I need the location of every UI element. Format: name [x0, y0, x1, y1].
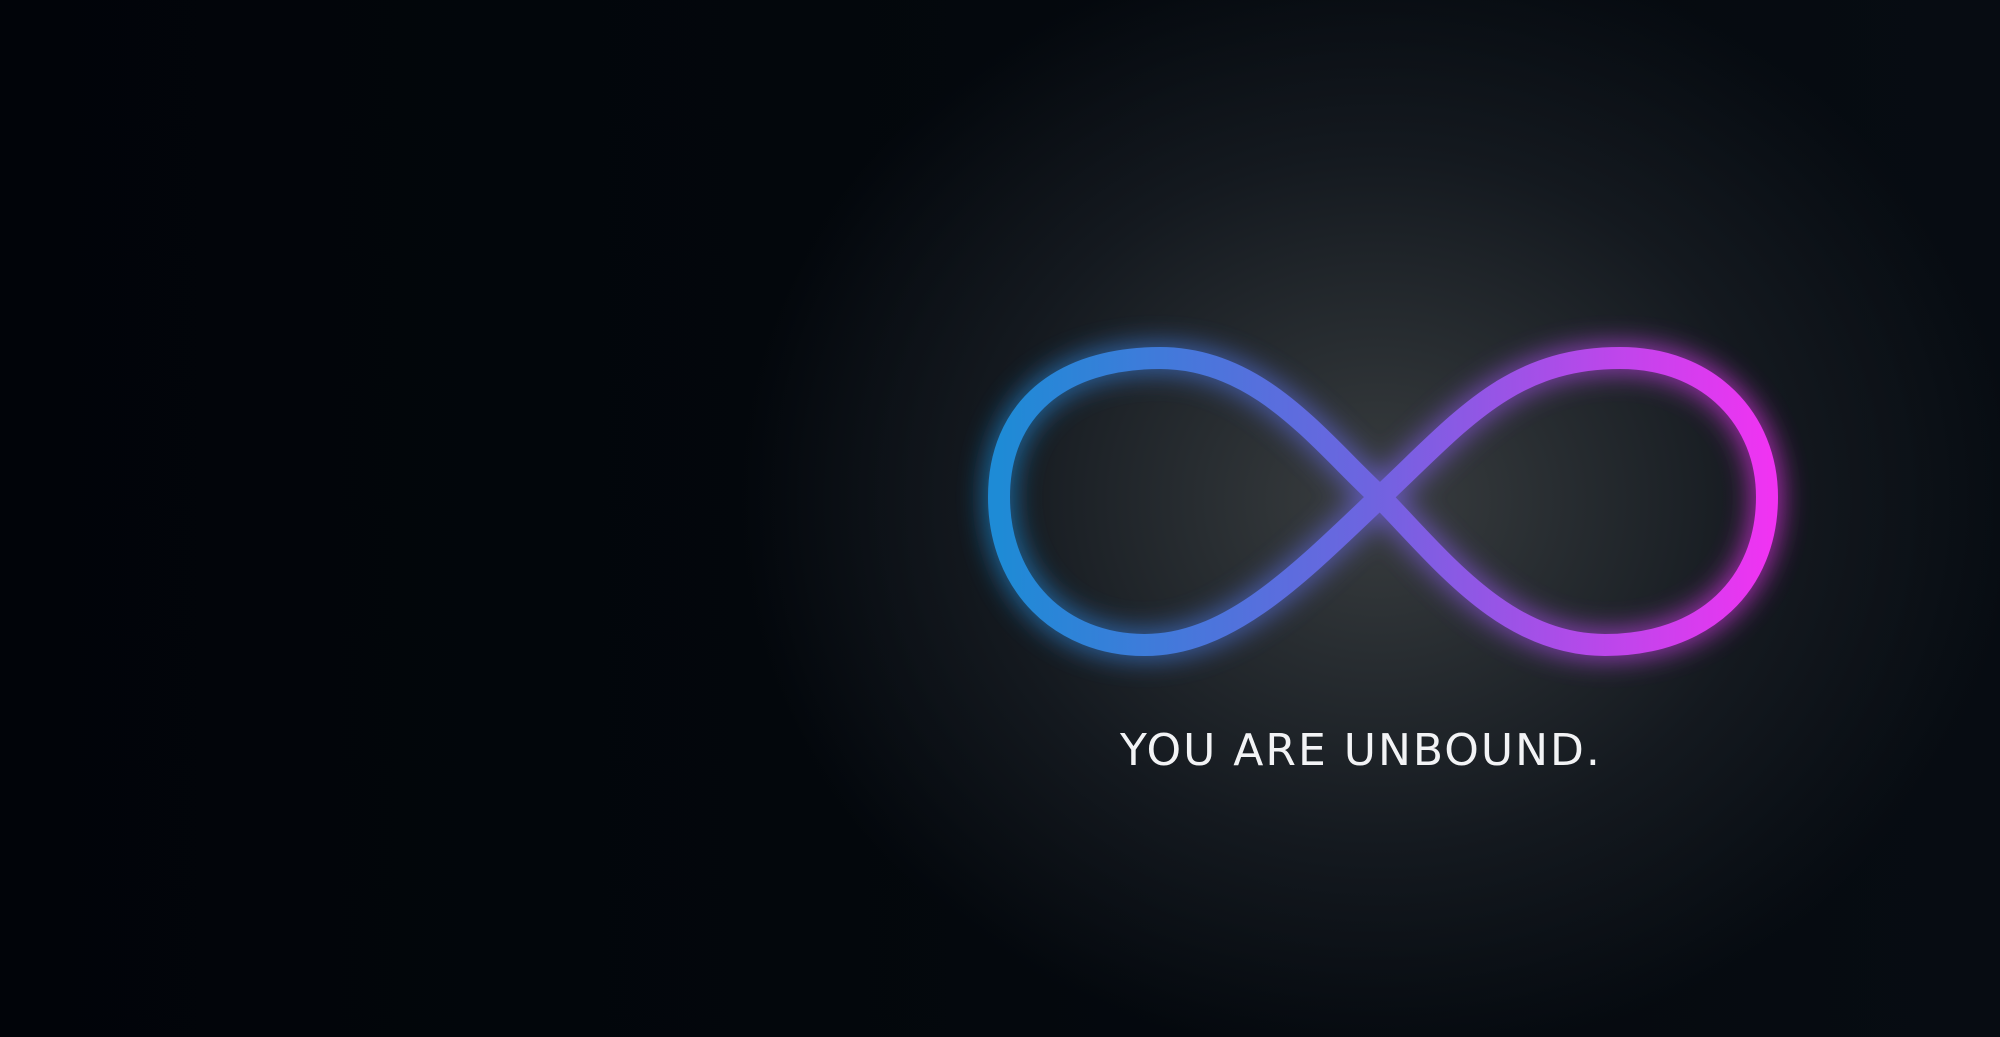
tagline-text: YOU ARE UNBOUND. [1120, 725, 1602, 776]
wallpaper-stage: YOU ARE UNBOUND. [0, 0, 2000, 1037]
infinity-stroke [988, 347, 1778, 656]
infinity-icon [986, 345, 1780, 658]
